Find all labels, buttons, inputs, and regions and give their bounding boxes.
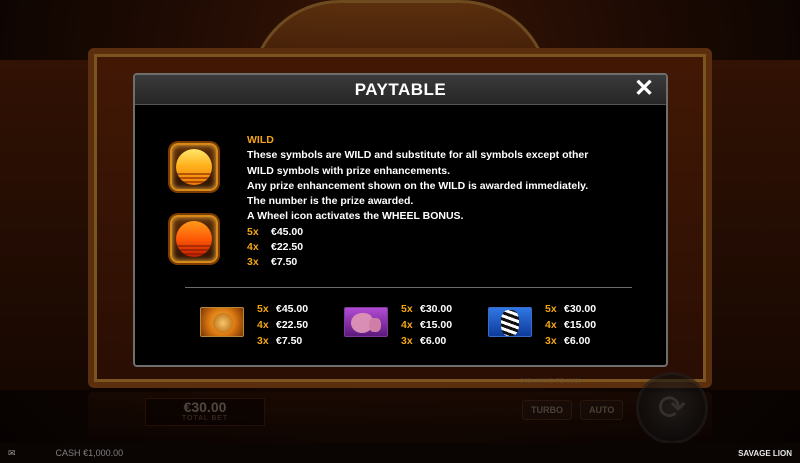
lion-paytable: 5x €45.00 4x €22.50 3x €7.50	[257, 301, 308, 349]
prize-value: €45.00	[276, 303, 309, 315]
wild-line: These symbols are WILD and substitute fo…	[247, 149, 589, 162]
prize-multiplier: 5x	[247, 225, 259, 238]
prize-value: €30.00	[564, 303, 597, 315]
prize-value: €6.00	[420, 335, 447, 347]
wild-title: WILD	[247, 134, 274, 146]
prize-multiplier: 5x	[545, 303, 557, 315]
prize-multiplier: 3x	[257, 335, 269, 347]
modal-title: PAYTABLE	[354, 80, 447, 99]
prize-multiplier: 3x	[247, 256, 259, 269]
paytable-modal: PAYTABLE ✕ WILD These symbols are WILD a…	[133, 73, 668, 367]
wild-prize-row: 5x €45.00	[247, 225, 647, 240]
prize-value: €45.00	[271, 225, 304, 238]
prize-value: €22.50	[276, 319, 309, 331]
wild-sun-gold-icon	[170, 143, 218, 191]
chat-icon[interactable]: ✉	[8, 448, 16, 459]
prize-multiplier: 3x	[545, 335, 557, 347]
prize-value: €15.00	[420, 319, 453, 331]
prize-multiplier: 4x	[257, 319, 269, 331]
prize-multiplier: 4x	[247, 241, 259, 254]
prize-value: €7.50	[271, 256, 298, 269]
wild-description: WILD These symbols are WILD and substitu…	[247, 133, 647, 271]
cash-label: CASH	[55, 448, 81, 458]
prize-value: €7.50	[276, 335, 303, 347]
prize-value: €30.00	[420, 303, 453, 315]
lion-symbol-icon	[200, 307, 244, 337]
wild-line: The number is the prize awarded.	[247, 195, 414, 208]
prize-multiplier: 4x	[545, 319, 557, 331]
prize-multiplier: 4x	[401, 319, 413, 331]
prize-value: €6.00	[564, 335, 591, 347]
zebra-paytable: 5x €30.00 4x €15.00 3x €6.00	[545, 301, 596, 349]
close-icon[interactable]: ✕	[632, 77, 656, 102]
wild-line: WILD symbols with prize enhancements.	[247, 164, 451, 177]
prize-multiplier: 5x	[401, 303, 413, 315]
wild-line: A Wheel icon activates the WHEEL BONUS.	[247, 210, 464, 223]
game-name: SAVAGE LION	[738, 448, 792, 458]
wild-prize-row: 3x €7.50	[247, 255, 647, 270]
elephant-symbol-icon	[344, 307, 388, 337]
section-divider	[185, 287, 632, 288]
cash-display: CASH €1,000.00	[56, 448, 124, 458]
prize-value: €15.00	[564, 319, 597, 331]
wild-line: Any prize enhancement shown on the WILD …	[247, 179, 589, 192]
status-bar: ✉ CASH €1,000.00 SAVAGE LION	[0, 443, 800, 463]
prize-multiplier: 3x	[401, 335, 413, 347]
modal-header: PAYTABLE ✕	[135, 75, 666, 105]
prize-value: €22.50	[271, 241, 304, 254]
wild-sun-red-icon	[170, 215, 218, 263]
zebra-symbol-icon	[488, 307, 532, 337]
prize-multiplier: 5x	[257, 303, 269, 315]
elephant-paytable: 5x €30.00 4x €15.00 3x €6.00	[401, 301, 452, 349]
wild-prize-row: 4x €22.50	[247, 240, 647, 255]
cash-value: €1,000.00	[83, 448, 124, 458]
